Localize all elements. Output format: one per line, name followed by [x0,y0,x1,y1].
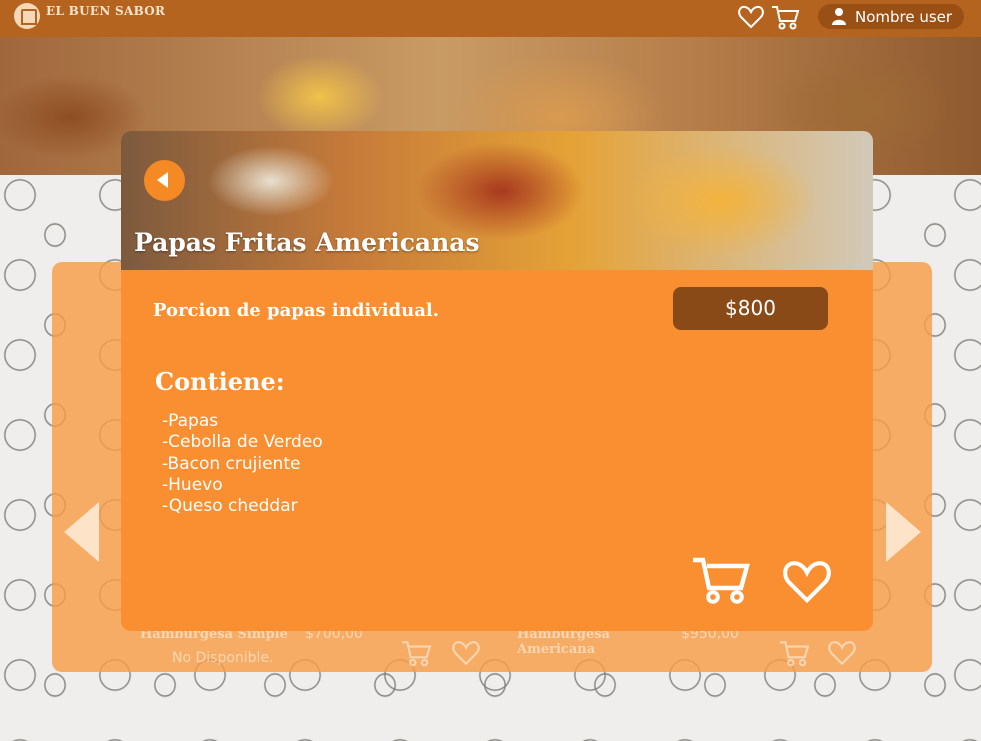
product-card-name: Hamburgesa Americana [517,627,610,657]
carousel-next-arrow-icon[interactable] [886,502,921,562]
logo-icon[interactable] [14,3,40,29]
back-button[interactable] [144,160,185,201]
cart-icon[interactable] [398,638,434,672]
ingredient-item: -Bacon crujiente [162,453,301,474]
ingredient-item: -Huevo [162,474,223,495]
contents-heading: Contiene: [155,367,285,396]
add-to-cart-button[interactable] [690,556,752,608]
heart-icon[interactable] [450,638,482,672]
ingredient-item: -Cebolla de Verdeo [162,432,323,453]
user-menu-button[interactable]: Nombre user [818,4,964,29]
user-icon [832,8,846,29]
product-card[interactable]: Hamburgesa Americana [517,627,637,657]
cart-icon[interactable] [770,3,800,35]
user-name: Nombre user [855,8,953,26]
product-description: Porcion de papas individual. [153,300,439,321]
ingredient-list: -Papas -Cebolla de Verdeo -Bacon crujien… [162,411,323,517]
heart-icon[interactable] [737,3,765,35]
carousel-prev-arrow-icon[interactable] [64,502,99,562]
product-detail-modal: Papas Fritas Americanas Porcion de papas… [121,131,873,631]
top-header: EL BUEN SABOR Nombre user [0,0,981,37]
brand-name[interactable]: EL BUEN SABOR [46,4,165,18]
product-card-status: No Disponible. [172,650,274,666]
add-to-favorites-button[interactable] [781,556,833,608]
ingredient-item: -Queso cheddar [162,496,298,517]
price-badge: $800 [673,287,828,330]
product-title: Papas Fritas Americanas [134,228,480,257]
ingredient-item: -Papas [162,411,219,431]
cart-icon[interactable] [776,638,812,672]
heart-icon[interactable] [826,638,858,672]
